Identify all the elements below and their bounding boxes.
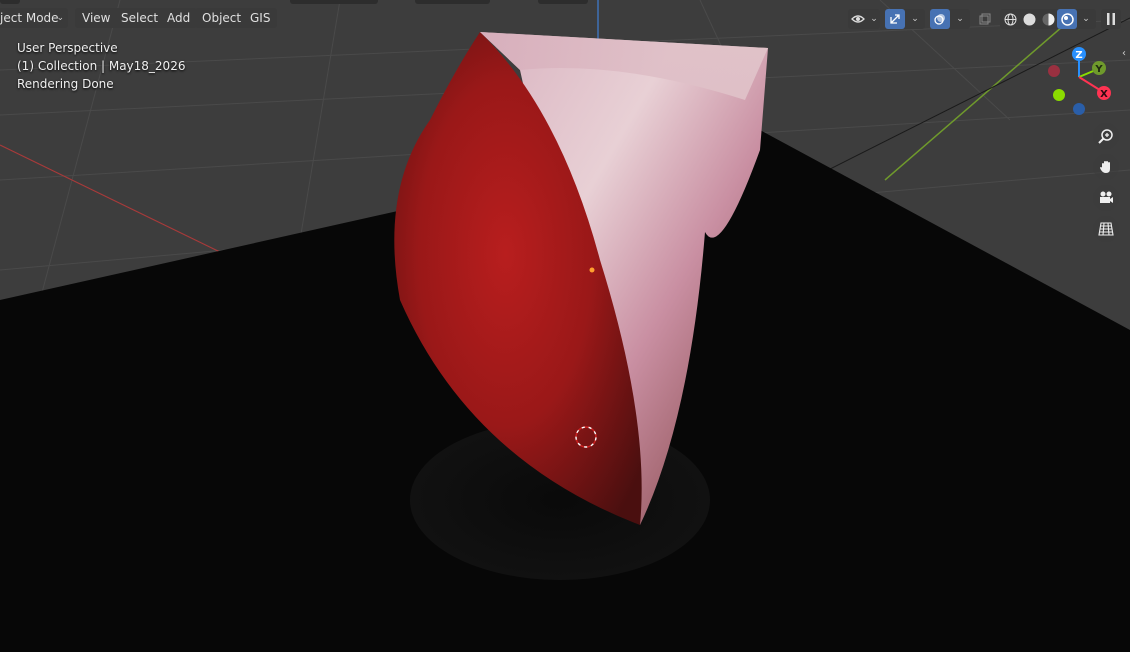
- zoom-icon: [1098, 129, 1113, 144]
- object-origin: [589, 267, 595, 273]
- menu-view[interactable]: View: [75, 8, 118, 28]
- zoom-button[interactable]: [1093, 123, 1119, 149]
- chevron-down-icon: ⌄: [870, 14, 878, 24]
- pause-icon: [1101, 9, 1121, 29]
- rendered-icon[interactable]: [1057, 9, 1077, 29]
- xray-toggle[interactable]: [975, 9, 995, 29]
- menu-gis[interactable]: GIS: [243, 8, 278, 28]
- chevron-down-icon[interactable]: ⌄: [1080, 9, 1092, 29]
- gizmo-y-label: Y: [1094, 64, 1103, 75]
- header-strip: [0, 0, 20, 4]
- grid-ortho-icon: [1098, 222, 1114, 236]
- overlays-toggle[interactable]: ⌄: [930, 9, 970, 29]
- pan-button[interactable]: [1093, 154, 1119, 180]
- shading-modes: ⌄: [1000, 9, 1096, 29]
- eye-icon: [848, 9, 868, 29]
- menu-select[interactable]: Select: [114, 8, 166, 28]
- camera-icon: [1100, 191, 1113, 203]
- ortho-toggle-button[interactable]: [1093, 216, 1119, 242]
- render-status: Rendering Done: [17, 77, 114, 91]
- pause-button[interactable]: [1101, 9, 1121, 29]
- view-name: User Perspective: [17, 41, 118, 55]
- header-strip: [538, 0, 588, 4]
- visibility-dropdown[interactable]: ⌄: [848, 9, 880, 29]
- xray-icon[interactable]: [975, 9, 995, 29]
- chevron-down-icon[interactable]: ⌄: [954, 9, 966, 29]
- navigation-gizmo[interactable]: Z Y X: [1040, 40, 1120, 120]
- neg-y-handle: [1053, 89, 1065, 101]
- material-preview-icon[interactable]: [1038, 9, 1058, 29]
- chevron-down-icon[interactable]: ⌄: [909, 9, 921, 29]
- mode-label: ject Mode: [0, 11, 59, 25]
- solid-icon[interactable]: [1019, 9, 1039, 29]
- camera-view-button[interactable]: [1093, 185, 1119, 211]
- neg-z-handle: [1073, 103, 1085, 115]
- header-strip: [290, 0, 378, 4]
- gizmo-toggle[interactable]: ⌄: [885, 9, 925, 29]
- neg-x-handle: [1048, 65, 1060, 77]
- overlays-icon[interactable]: [930, 9, 950, 29]
- menu-add[interactable]: Add: [160, 8, 198, 28]
- hand-pan-icon: [1100, 161, 1110, 173]
- gizmo-x-label: X: [1100, 89, 1108, 100]
- 3d-scene: [0, 0, 1130, 652]
- sidebar-toggle-icon[interactable]: ‹: [1122, 48, 1126, 59]
- chevron-down-icon: ⌄: [56, 13, 64, 23]
- menu-object[interactable]: Object: [195, 8, 249, 28]
- 3d-viewport[interactable]: ject Mode ⌄ View Select Add Object GIS U…: [0, 0, 1130, 652]
- wireframe-icon[interactable]: [1000, 9, 1020, 29]
- mode-dropdown[interactable]: ject Mode ⌄: [0, 8, 68, 28]
- header-strip: [415, 0, 490, 4]
- gizmo-z-label: Z: [1075, 50, 1082, 61]
- collection-info: (1) Collection | May18_2026: [17, 59, 186, 73]
- gizmo-icon[interactable]: [885, 9, 905, 29]
